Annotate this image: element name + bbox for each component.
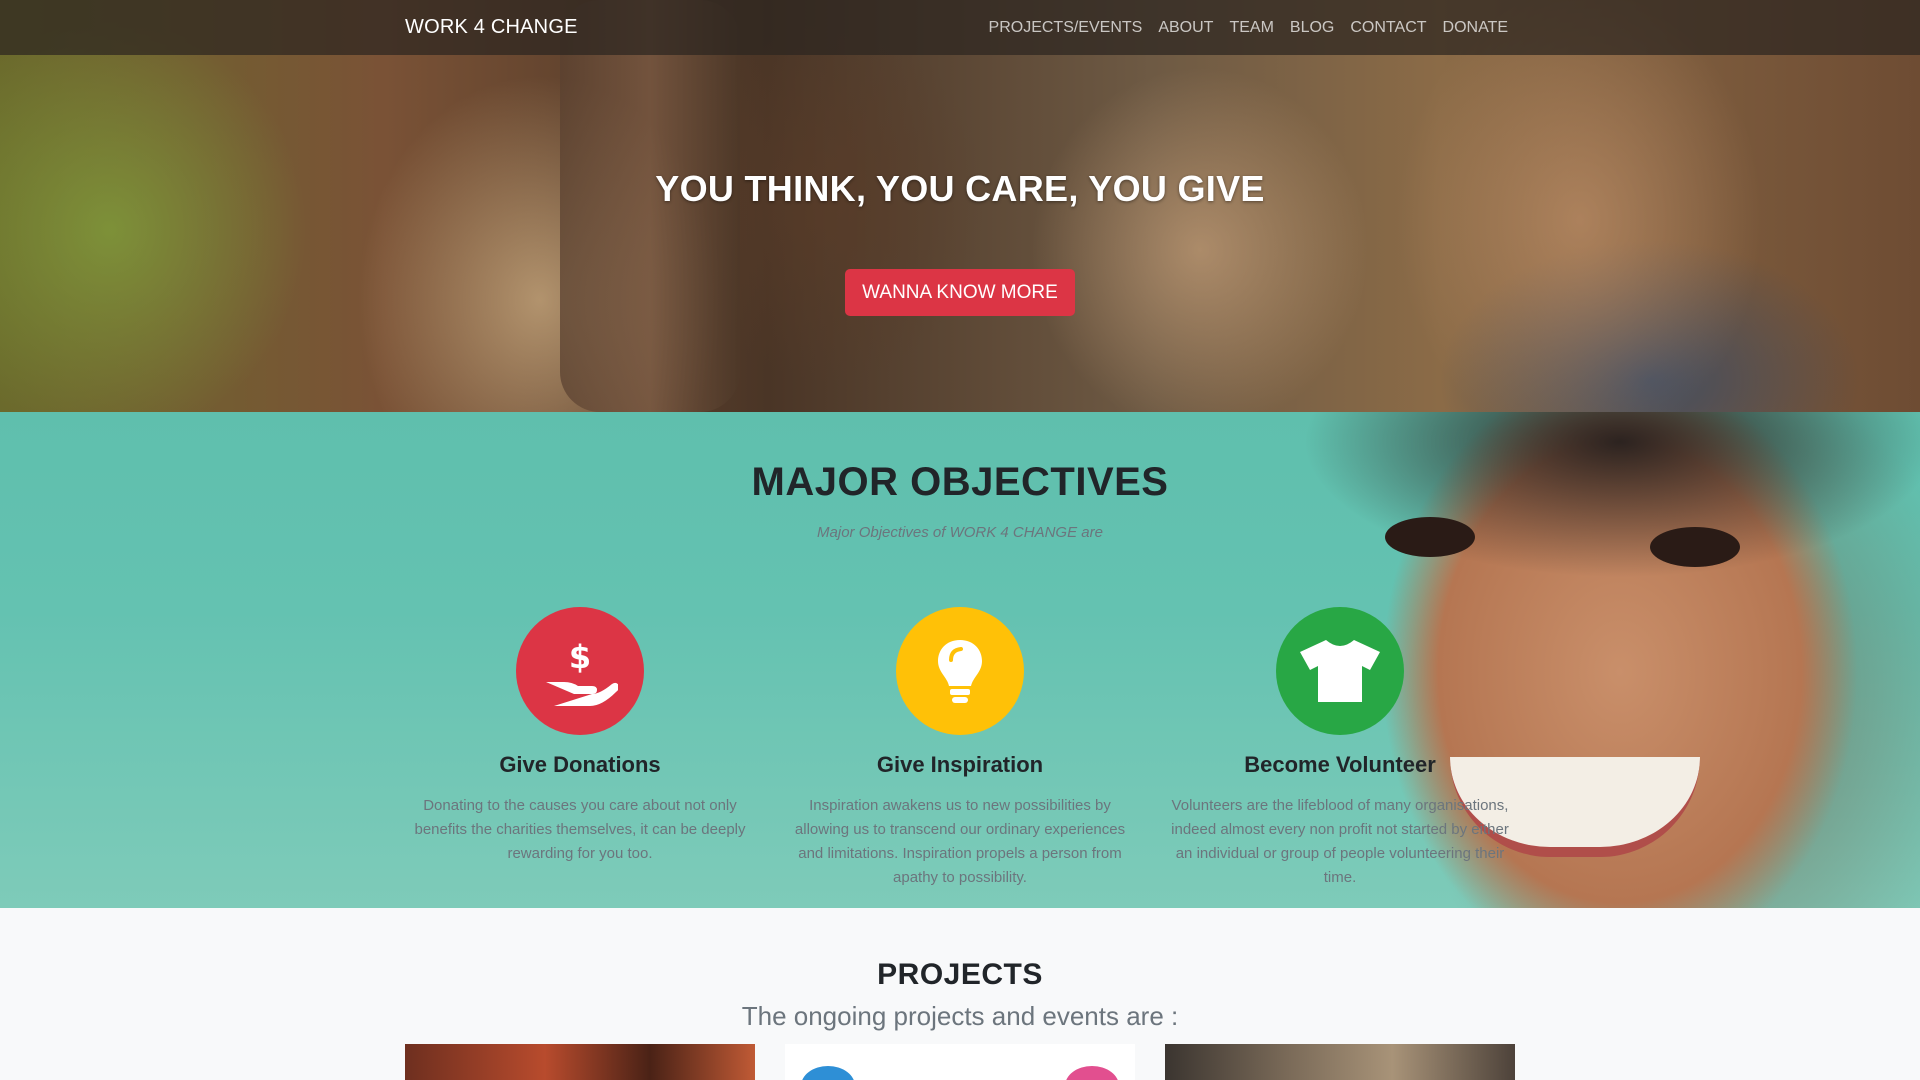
hand-holding-dollar-icon: $ <box>516 607 644 735</box>
nav-link-donate[interactable]: DONATE <box>1443 19 1508 37</box>
project-logo-shape <box>1065 1066 1119 1080</box>
nav-link-projects-events[interactable]: PROJECTS/EVENTS <box>989 19 1143 37</box>
objectives-title: MAJOR OBJECTIVES <box>751 460 1169 504</box>
project-card-image[interactable] <box>405 1044 755 1080</box>
project-card-image[interactable] <box>785 1044 1135 1080</box>
nav-link-contact[interactable]: CONTACT <box>1350 19 1426 37</box>
nav-link-about[interactable]: ABOUT <box>1158 19 1213 37</box>
objectives-subtitle: Major Objectives of WORK 4 CHANGE are <box>817 524 1103 541</box>
project-card-image[interactable] <box>1165 1044 1515 1080</box>
objective-description: Donating to the causes you care about no… <box>414 797 746 862</box>
nav-links: PROJECTS/EVENTS ABOUT TEAM BLOG CONTACT … <box>973 0 1508 55</box>
nav-link-team[interactable]: TEAM <box>1229 19 1273 37</box>
lightbulb-icon <box>896 607 1024 735</box>
projects-section: PROJECTS The ongoing projects and events… <box>0 908 1920 1080</box>
objective-heading: Give Donations <box>499 752 661 777</box>
objective-description: Inspiration awakens us to new possibilit… <box>794 797 1126 886</box>
hero-section: YOU THINK, YOU CARE, YOU GIVE WANNA KNOW… <box>0 0 1920 412</box>
objective-description: Volunteers are the lifeblood of many org… <box>1171 797 1509 886</box>
svg-text:$: $ <box>569 638 591 676</box>
projects-subtitle: The ongoing projects and events are : <box>741 1001 1179 1031</box>
navbar: WORK 4 CHANGE PROJECTS/EVENTS ABOUT TEAM… <box>0 0 1920 55</box>
objective-heading: Give Inspiration <box>876 752 1044 777</box>
objective-card-donations: $ Give Donations Donating to the causes … <box>405 607 755 866</box>
learn-more-button[interactable]: WANNA KNOW MORE <box>845 269 1075 316</box>
brand-logo[interactable]: WORK 4 CHANGE <box>405 0 578 55</box>
projects-title: PROJECTS <box>877 958 1043 991</box>
objectives-section: MAJOR OBJECTIVES Major Objectives of WOR… <box>0 412 1920 908</box>
hero-title: YOU THINK, YOU CARE, YOU GIVE <box>655 168 1265 209</box>
objective-heading: Become Volunteer <box>1244 752 1436 777</box>
tshirt-icon <box>1276 607 1404 735</box>
objective-card-inspiration: Give Inspiration Inspiration awakens us … <box>785 607 1135 890</box>
objective-card-volunteer: Become Volunteer Volunteers are the life… <box>1165 607 1515 890</box>
nav-link-blog[interactable]: BLOG <box>1290 19 1334 37</box>
project-logo-shape <box>801 1066 855 1080</box>
